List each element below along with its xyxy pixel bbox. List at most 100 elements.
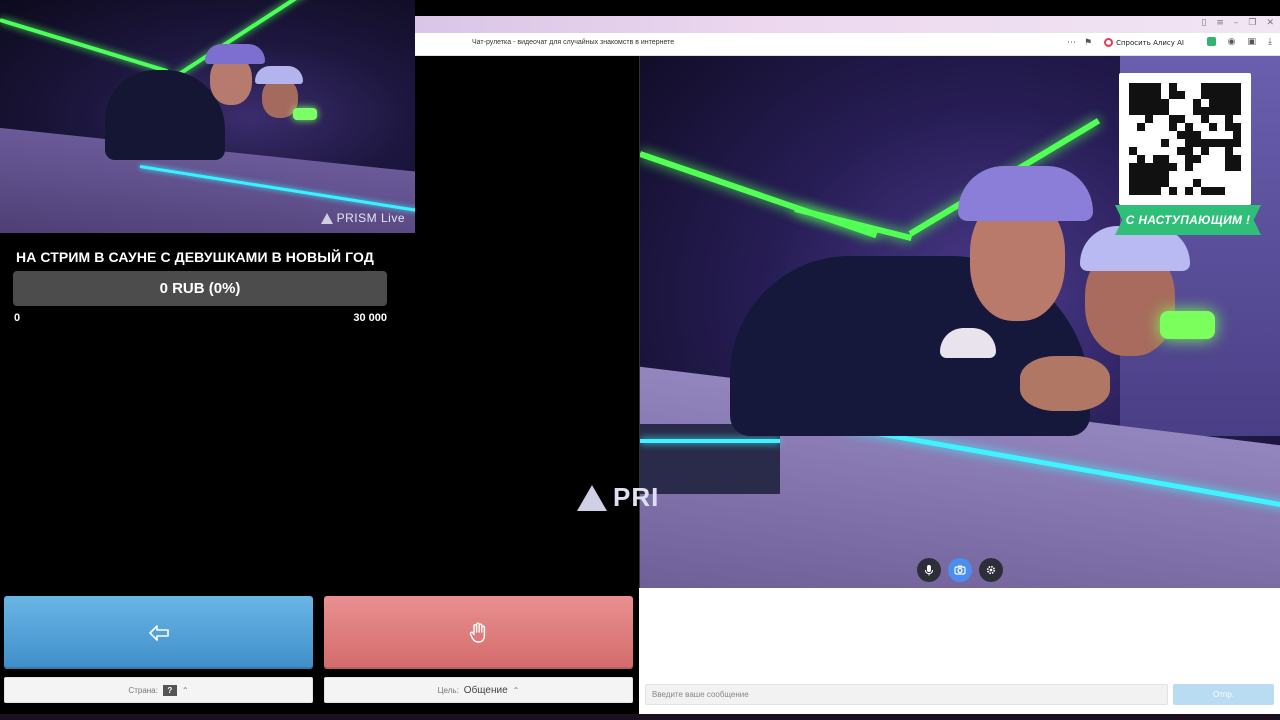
qr-module <box>1161 171 1169 179</box>
qr-module <box>1201 91 1209 99</box>
qr-module <box>1145 147 1153 155</box>
download-icon[interactable]: ⤓ <box>1268 37 1272 47</box>
close-icon[interactable]: ✕ <box>1266 18 1274 28</box>
next-button[interactable] <box>4 596 313 669</box>
bookmark-add-icon[interactable]: ⚑ <box>1084 38 1092 48</box>
qr-module <box>1217 187 1225 195</box>
qr-module <box>1129 163 1137 171</box>
qr-module <box>1145 187 1153 195</box>
qr-module <box>1161 83 1169 91</box>
qr-module <box>1169 139 1177 147</box>
page-title: Чат-рулетка - видеочат для случайных зна… <box>472 39 675 46</box>
goal-max: 30 000 <box>353 312 387 324</box>
qr-module <box>1217 163 1225 171</box>
qr-module <box>1193 171 1201 179</box>
goal-selector[interactable]: Цель: Общение ⌃ <box>324 677 633 703</box>
wall-neon <box>640 151 878 239</box>
qr-module <box>1193 163 1201 171</box>
qr-module <box>1201 163 1209 171</box>
alice-button[interactable]: Спросить Алису AI <box>1100 37 1188 48</box>
prism-label: PRISM Live <box>336 211 405 225</box>
qr-module <box>1209 163 1217 171</box>
qr-module <box>1225 155 1233 163</box>
qr-module <box>1177 123 1185 131</box>
qr-module <box>1233 155 1241 163</box>
qr-module <box>1185 155 1193 163</box>
qr-module <box>1161 139 1169 147</box>
qr-module <box>1225 187 1233 195</box>
qr-module <box>1145 99 1153 107</box>
qr-module <box>1137 179 1145 187</box>
qr-module <box>1129 171 1137 179</box>
qr-module <box>1209 147 1217 155</box>
qr-module <box>1201 139 1209 147</box>
qr-module <box>1201 107 1209 115</box>
qr-module <box>1201 83 1209 91</box>
qr-module <box>1185 107 1193 115</box>
settings-button[interactable] <box>979 558 1003 582</box>
qr-module <box>1177 107 1185 115</box>
bookmark-icon[interactable]: ▯ <box>1201 18 1206 28</box>
qr-module <box>1193 115 1201 123</box>
qr-module <box>1233 99 1241 107</box>
chat-message-input[interactable] <box>645 684 1168 705</box>
media-icon[interactable]: ◉ <box>1228 37 1236 47</box>
qr-module <box>1153 163 1161 171</box>
qr-module <box>1217 147 1225 155</box>
qr-module <box>1177 155 1185 163</box>
qr-module <box>1153 155 1161 163</box>
tabs-icon[interactable]: ▣ <box>1248 37 1257 47</box>
qr-module <box>1177 91 1185 99</box>
address-bar[interactable]: Чат-рулетка - видеочат для случайных зна… <box>415 33 1280 56</box>
goal-min: 0 <box>14 312 21 324</box>
qr-module <box>1137 115 1145 123</box>
chevron-up-icon: ⌃ <box>181 685 189 695</box>
microphone <box>1160 311 1215 339</box>
stop-button[interactable] <box>324 596 633 669</box>
qr-module <box>1129 139 1137 147</box>
qr-module <box>1193 155 1201 163</box>
qr-module <box>1153 107 1161 115</box>
extension-icon[interactable] <box>1206 37 1216 46</box>
menu-icon[interactable]: ≡ <box>1216 18 1224 28</box>
microphone-icon <box>925 565 933 576</box>
box-neon <box>640 439 780 443</box>
qr-module <box>1185 179 1193 187</box>
microphone-button[interactable] <box>917 558 941 582</box>
country-selector[interactable]: Страна: ? ⌃ <box>4 677 313 703</box>
qr-module <box>1177 99 1185 107</box>
qr-module <box>1169 171 1177 179</box>
qr-module <box>1193 107 1201 115</box>
qr-module <box>1185 131 1193 139</box>
qr-module <box>1233 131 1241 139</box>
minimize-icon[interactable]: – <box>1234 18 1239 28</box>
qr-module <box>1153 99 1161 107</box>
camera-button[interactable] <box>948 558 972 582</box>
qr-module <box>1201 115 1209 123</box>
qr-module <box>1201 131 1209 139</box>
qr-module <box>1209 155 1217 163</box>
qr-module <box>1217 179 1225 187</box>
qr-module <box>1209 107 1217 115</box>
qr-module <box>1145 139 1153 147</box>
qr-module <box>1169 91 1177 99</box>
qr-module <box>1161 115 1169 123</box>
qr-module <box>1153 147 1161 155</box>
qr-module <box>1185 123 1193 131</box>
qr-module <box>1145 91 1153 99</box>
qr-module <box>1177 139 1185 147</box>
qr-module <box>1193 123 1201 131</box>
qr-module <box>1225 99 1233 107</box>
prism-logo-icon <box>577 484 607 511</box>
prism-watermark-big: PRI <box>577 482 659 513</box>
more-icon[interactable]: ⋯ <box>1067 38 1076 48</box>
qr-module <box>1129 187 1137 195</box>
maximize-icon[interactable]: ❐ <box>1248 18 1256 28</box>
send-button[interactable]: Отпр. <box>1173 684 1274 705</box>
qr-module <box>1161 91 1169 99</box>
browser-chrome: ▯ ≡ – ❐ ✕ Чат-рулетка - видеочат для слу… <box>415 16 1280 56</box>
camera-icon <box>954 565 966 575</box>
qr-module <box>1137 107 1145 115</box>
person <box>105 70 225 160</box>
qr-module <box>1129 155 1137 163</box>
